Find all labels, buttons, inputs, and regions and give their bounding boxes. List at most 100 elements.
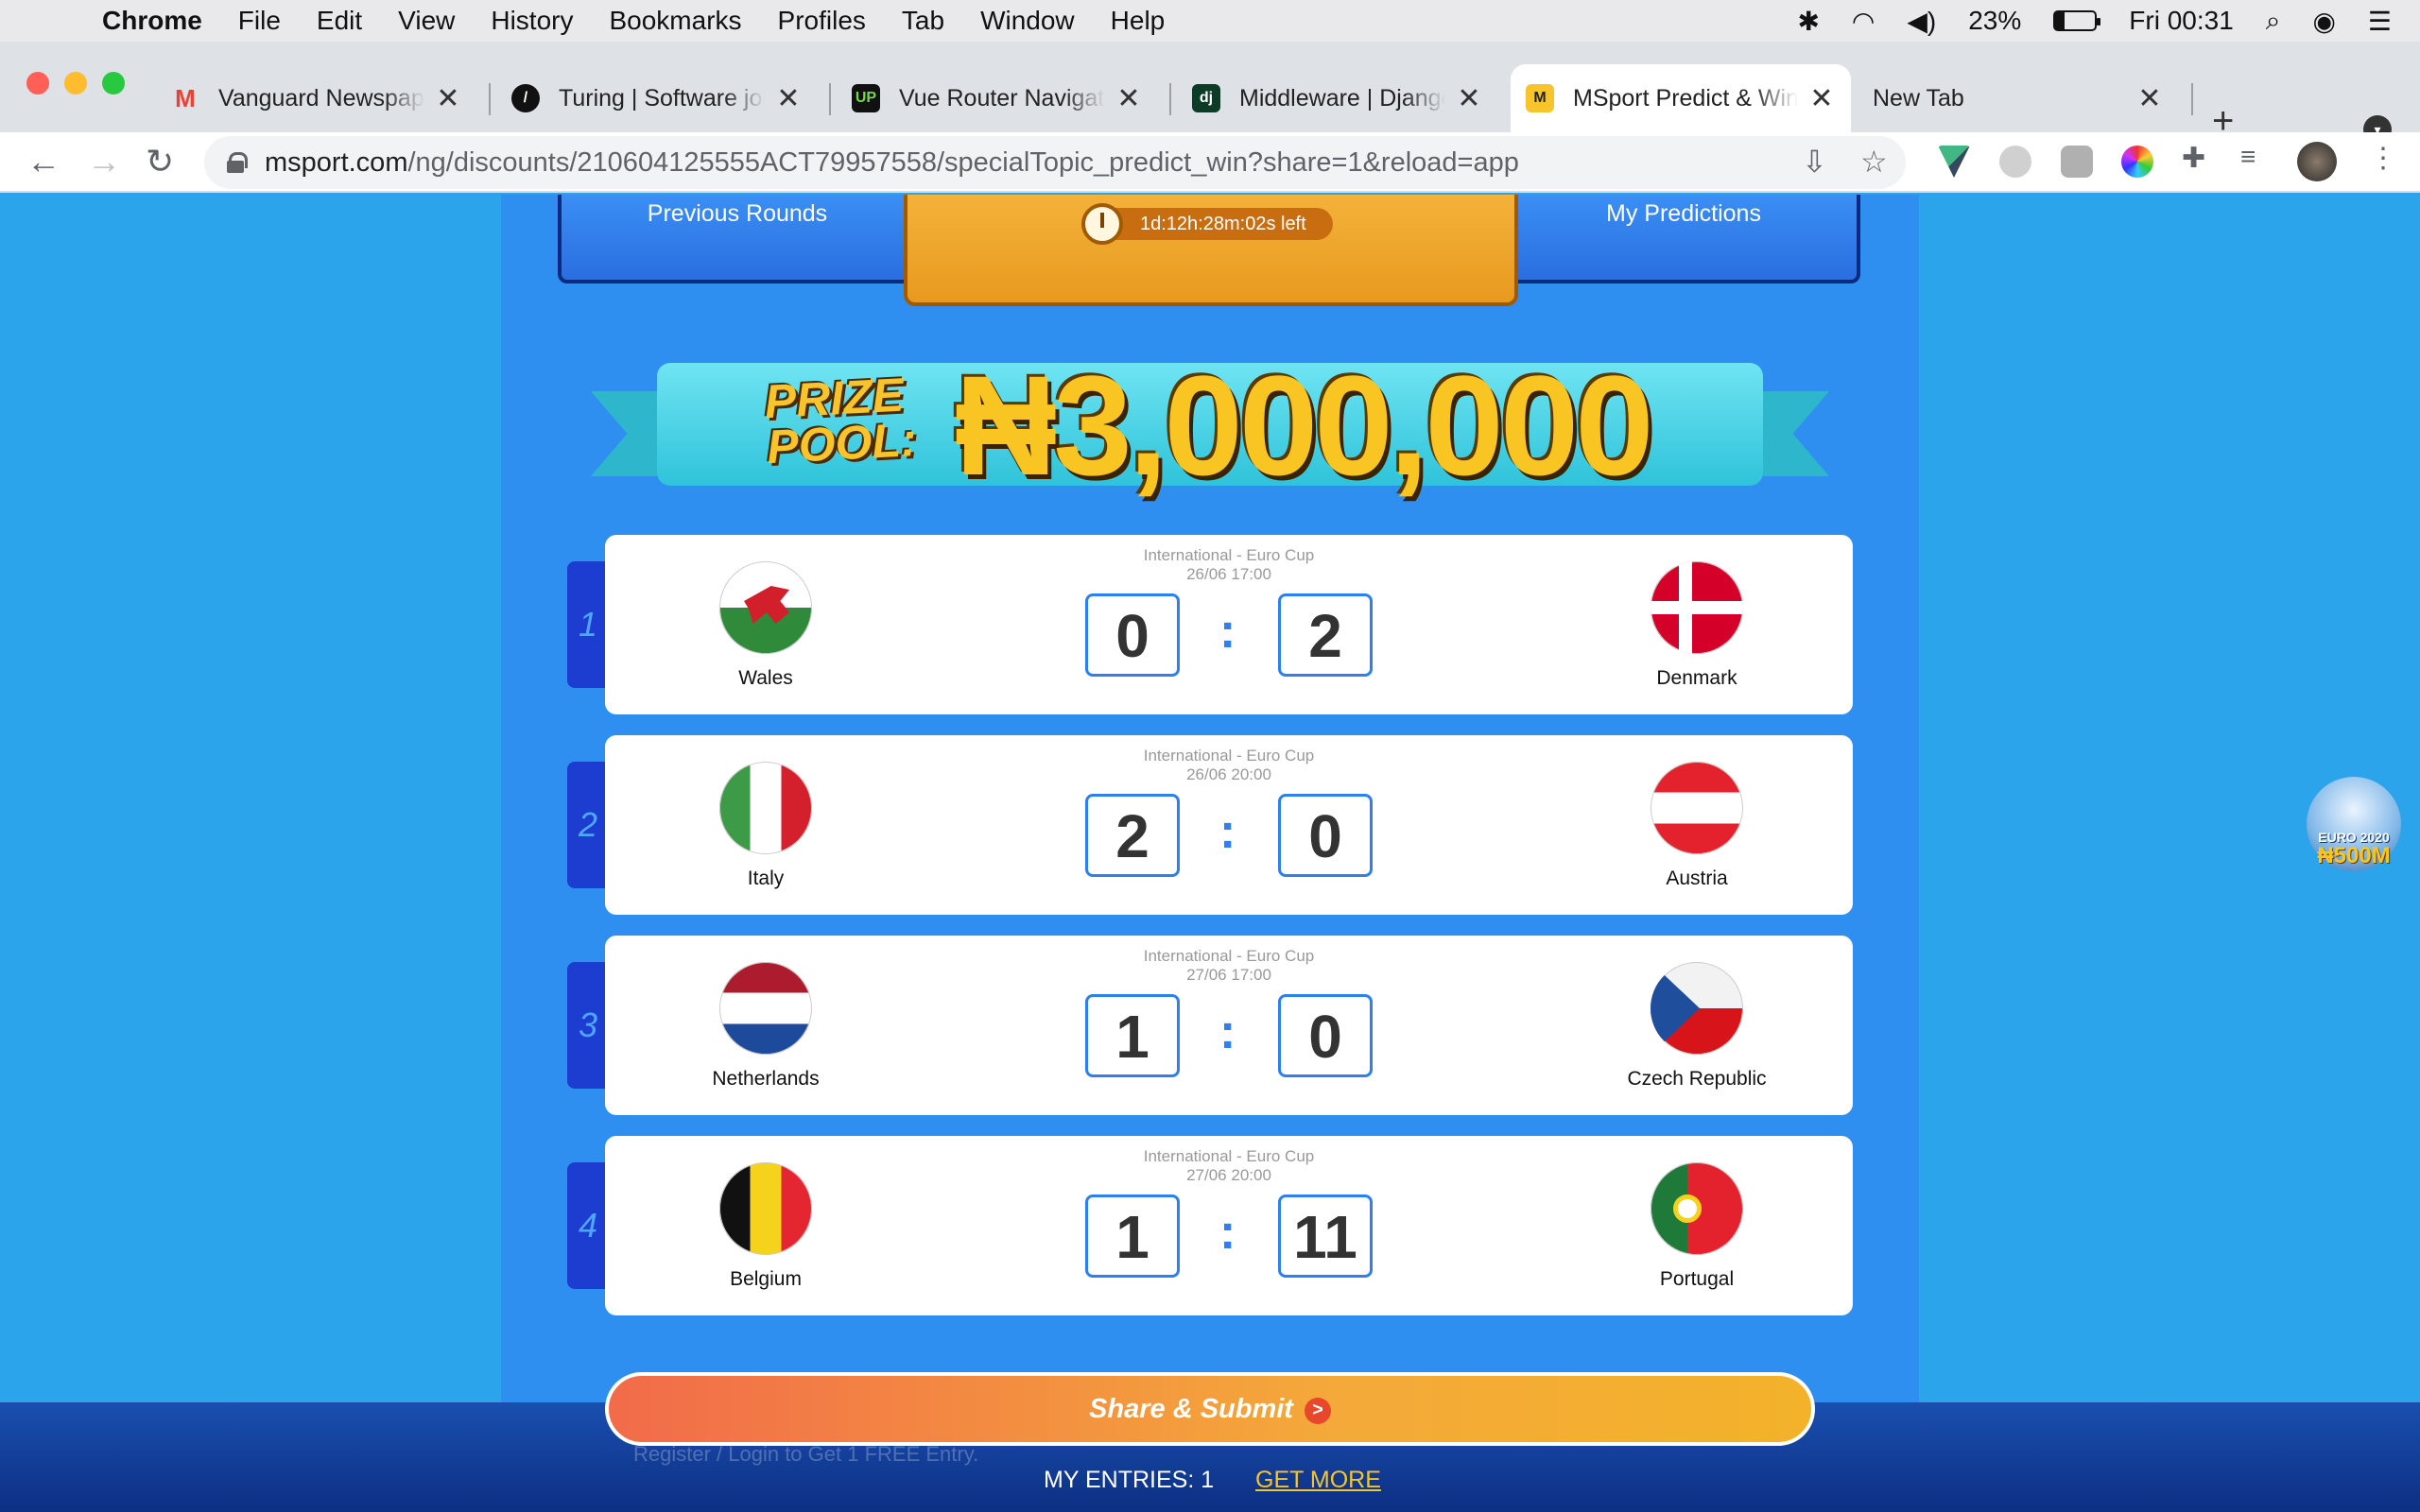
spotlight-search-icon[interactable]: ⌕ [2266,6,2281,37]
get-more-link[interactable]: GET MORE [1255,1467,1381,1494]
chrome-menu-kebab-icon[interactable]: ⋮ [2369,142,2401,174]
tab-new-tab[interactable]: New Tab ✕ [1858,64,2179,132]
tab-title: New Tab [1873,84,1964,112]
home-team: Netherlands [624,962,908,1091]
menu-profiles[interactable]: Profiles [778,6,866,36]
austria-flag-icon [1651,762,1743,854]
url-path: /ng/discounts/210604125555ACT79957558/sp… [407,146,1519,178]
tab-vanguard[interactable]: M Vanguard Newspapers ✕ [156,64,477,132]
prize-amount: ₦3,000,000 [955,346,1654,505]
previous-rounds-button[interactable]: Previous Rounds [558,195,917,284]
tab-separator [829,83,831,115]
close-tab-icon[interactable]: ✕ [1115,82,1143,115]
menu-view[interactable]: View [398,6,455,36]
menu-history[interactable]: History [491,6,573,36]
share-submit-button[interactable]: Share & Submit > [605,1372,1815,1446]
menu-bookmarks[interactable]: Bookmarks [609,6,741,36]
msport-icon: M [1526,84,1554,112]
tab-title: Vanguard Newspapers [218,84,424,112]
close-tab-icon[interactable]: ✕ [434,82,462,115]
home-team-name: Wales [738,667,793,689]
tab-msport[interactable]: M MSport Predict & Win ✕ [1511,64,1851,132]
prize-pool-banner: PRIZE POOL: ₦3,000,000 [591,335,1829,524]
forward-arrow-icon[interactable]: → [87,142,121,181]
siri-icon[interactable]: ◉ [2312,6,2335,37]
back-arrow-icon[interactable]: ← [26,142,60,181]
menu-tab[interactable]: Tab [902,6,944,36]
close-tab-icon[interactable]: ✕ [774,82,803,115]
away-team: Denmark [1555,561,1839,690]
home-score-input[interactable]: 0 [1085,593,1180,677]
zoom-window-button[interactable] [102,72,125,94]
score-separator: : [1219,604,1236,659]
denmark-flag-icon [1651,561,1743,654]
wales-flag-icon [719,561,812,654]
menu-file[interactable]: File [238,6,281,36]
tab-separator [1169,83,1171,115]
media-control-icon[interactable]: ≡ [2240,142,2273,174]
share-submit-label: Share & Submit [1089,1394,1293,1424]
home-team: Wales [624,561,908,690]
score-separator: : [1219,1205,1236,1260]
bookmark-star-icon[interactable]: ☆ [1860,144,1888,180]
my-predictions-button[interactable]: My Predictions [1507,195,1860,284]
menu-app-name[interactable]: Chrome [102,6,202,36]
upwork-icon: UP [852,84,880,112]
away-team-name: Portugal [1659,1268,1735,1290]
away-team: Czech Republic [1555,962,1839,1091]
menu-edit[interactable]: Edit [317,6,362,36]
my-predictions-label: My Predictions [1606,200,1761,227]
home-team-name: Belgium [730,1268,802,1290]
extension-grey-icon[interactable] [1999,146,2031,178]
tab-title: Turing | Software jobs [559,84,765,112]
minimize-window-button[interactable] [64,72,87,94]
away-score-input[interactable]: 0 [1278,794,1373,877]
menu-window[interactable]: Window [980,6,1075,36]
tab-vue-router[interactable]: UP Vue Router Navigation ✕ [837,64,1158,132]
euro2020-floating-badge[interactable]: EURO 2020 ₦500M [2307,777,2401,871]
clock[interactable]: Fri 00:31 [2129,6,2234,36]
menu-help[interactable]: Help [1111,6,1166,36]
wifi-icon[interactable]: ◠ [1852,6,1875,37]
color-picker-icon[interactable] [2121,146,2153,178]
previous-rounds-label: Previous Rounds [647,200,828,227]
macos-menubar: Chrome File Edit View History Bookmarks … [0,0,2420,42]
close-tab-icon[interactable]: ✕ [1455,82,1483,115]
tab-django[interactable]: dj Middleware | Django ✕ [1177,64,1498,132]
battery-icon[interactable] [2053,10,2101,31]
home-score-input[interactable]: 2 [1085,794,1180,877]
control-center-icon[interactable]: ☰ [2368,6,2392,37]
home-score-input[interactable]: 1 [1085,994,1180,1077]
reload-icon[interactable]: ↻ [146,142,174,181]
window-controls [26,72,125,94]
away-team: Portugal [1555,1162,1839,1291]
close-tab-icon[interactable]: ✕ [1807,82,1836,115]
extension-gear-icon[interactable] [2061,146,2093,178]
away-score-input[interactable]: 2 [1278,593,1373,677]
away-score-input[interactable]: 0 [1278,994,1373,1077]
away-score-input[interactable]: 11 [1278,1194,1373,1278]
turing-icon: / [511,84,540,112]
profile-avatar[interactable] [2297,142,2337,181]
home-team: Belgium [624,1162,908,1291]
vue-devtools-icon[interactable] [1938,146,1970,178]
close-window-button[interactable] [26,72,49,94]
home-score-input[interactable]: 1 [1085,1194,1180,1278]
extensions-puzzle-icon[interactable]: ✚ [2182,142,2214,174]
tab-turing[interactable]: / Turing | Software jobs ✕ [496,64,818,132]
url-text[interactable]: msport.com/ng/discounts/210604125555ACT7… [265,147,1519,179]
tab-title: MSport Predict & Win [1573,84,1798,112]
install-app-icon[interactable]: ⇩ [1802,144,1827,180]
tab-title: Middleware | Django [1239,84,1445,112]
lock-icon[interactable] [227,152,248,173]
address-bar[interactable]: msport.com/ng/discounts/210604125555ACT7… [204,136,1906,189]
volume-icon[interactable]: ◀) [1907,6,1936,37]
match-card: International - Euro Cup 27/06 20:00 Bel… [605,1136,1853,1315]
match-row: 2 International - Euro Cup 26/06 20:00 I… [567,735,1853,915]
close-tab-icon[interactable]: ✕ [2135,82,2164,115]
match-number: 1 [567,561,609,688]
home-team-name: Netherlands [712,1068,820,1090]
netherlands-flag-icon [719,962,812,1055]
bluetooth-icon[interactable]: ✱ [1797,6,1819,37]
stopwatch-icon [1081,203,1123,245]
